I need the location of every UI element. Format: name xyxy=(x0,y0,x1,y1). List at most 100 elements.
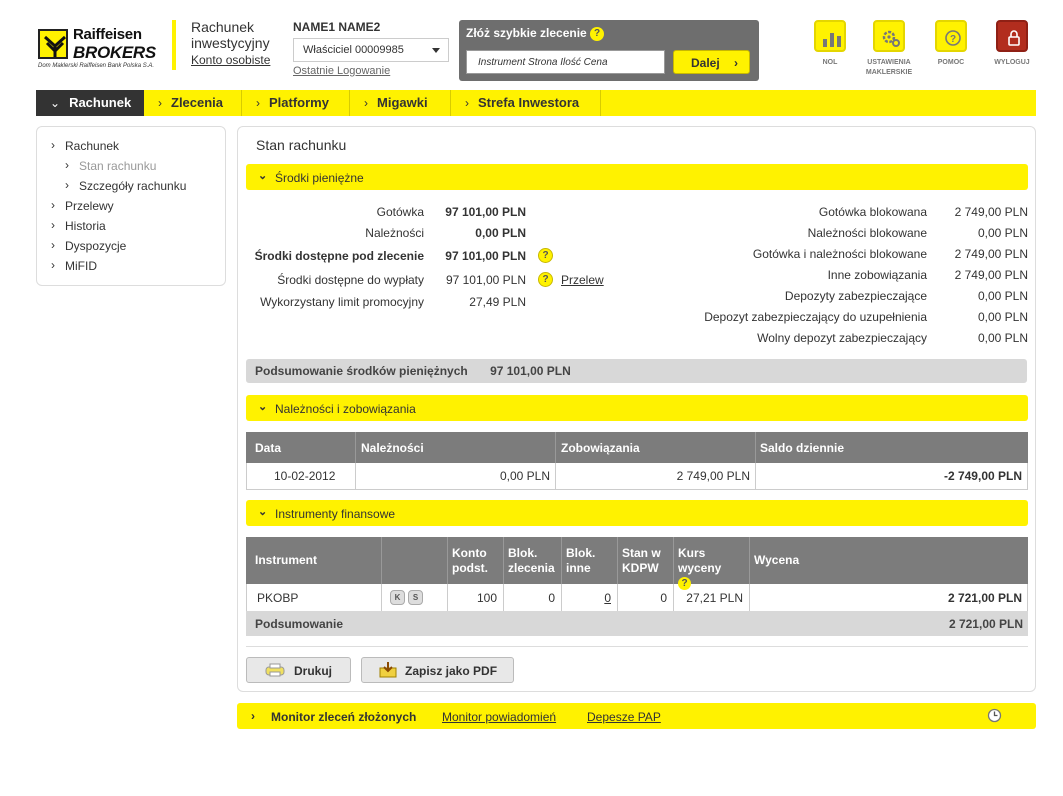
cash-value-naleznosci: 0,00 PLN xyxy=(475,226,526,240)
menu-item-dyspozycje[interactable]: › Dyspozycje xyxy=(51,238,126,253)
nav-platformy-label: Platformy xyxy=(269,95,329,110)
table-row: PKOBP K S 100 0 0 0 27,21 PLN 2 721,00 P… xyxy=(246,584,1028,611)
chevron-right-icon: › xyxy=(465,96,469,110)
chevron-right-icon: › xyxy=(65,158,69,172)
section-cash-title: Środki pieniężne xyxy=(275,171,364,185)
cash-label-inne-zobowiazania: Inne zobowiązania xyxy=(827,268,927,282)
cash-label-limit: Wykorzystany limit promocyjny xyxy=(260,295,424,309)
cash-label-wolny-depozyt: Wolny depozyt zabezpieczający xyxy=(757,331,927,345)
nav-rachunek[interactable]: ⌄ Rachunek xyxy=(36,90,144,116)
cash-label-naleznosci: Należności xyxy=(365,226,424,240)
cash-label-depozyty: Depozyty zabezpieczające xyxy=(784,289,927,303)
chevron-right-icon: › xyxy=(251,709,255,723)
nav-platformy[interactable]: › Platformy xyxy=(242,90,350,116)
section-cash-header[interactable]: ⌄ Środki pieniężne xyxy=(246,164,1028,190)
download-icon xyxy=(378,662,398,678)
owner-select-value: Właściciel 00009985 xyxy=(303,44,404,56)
save-pdf-button[interactable]: Zapisz jako PDF xyxy=(361,657,514,683)
instruments-summary-value: 2 721,00 PLN xyxy=(948,617,1023,631)
instrument-wycena: 2 721,00 PLN xyxy=(947,591,1022,605)
pap-news-link[interactable]: Depesze PAP xyxy=(587,710,661,724)
nav-migawki[interactable]: › Migawki xyxy=(350,90,451,116)
menu-item-stan-rachunku[interactable]: › Stan rachunku xyxy=(65,158,156,173)
menu-historia-label: Historia xyxy=(65,219,106,233)
cash-label-depozyt-uzupelnienie: Depozyt zabezpieczający do uzupełnienia xyxy=(704,310,927,324)
section-receivables-title: Należności i zobowiązania xyxy=(275,402,416,416)
menu-item-historia[interactable]: › Historia xyxy=(51,218,106,233)
help-icon[interactable]: ? xyxy=(590,26,605,41)
logo-mark-icon xyxy=(38,29,68,59)
cash-value-dostepne-wyplata: 97 101,00 PLN xyxy=(445,273,526,287)
tool-logout[interactable]: WYLOGUJ xyxy=(982,20,1042,68)
chevron-down-icon xyxy=(432,48,440,53)
menu-szczegoly-label: Szczegóły rachunku xyxy=(79,179,187,193)
cash-value-dostepne-zlecenie: 97 101,00 PLN xyxy=(445,249,526,263)
chevron-right-icon: › xyxy=(65,178,69,192)
cash-label-gotowka: Gotówka xyxy=(376,205,424,219)
chevron-right-icon: › xyxy=(256,96,260,110)
chevron-right-icon: › xyxy=(51,218,55,232)
last-login-link[interactable]: Ostatnie Logowanie xyxy=(293,65,390,77)
tool-nol[interactable]: NOL xyxy=(800,20,860,68)
logo-line1: Raiffeisen xyxy=(73,26,142,43)
cash-label-gotowka-blokowana: Gotówka blokowana xyxy=(818,205,927,219)
cash-summary-label: Podsumowanie środków pieniężnych xyxy=(255,364,468,378)
chevron-right-icon: › xyxy=(734,56,738,70)
instruments-summary-label: Podsumowanie xyxy=(255,617,344,631)
nav-zlecenia[interactable]: › Zlecenia xyxy=(144,90,242,116)
personal-account-link[interactable]: Konto osobiste xyxy=(191,53,270,67)
notifications-monitor-link[interactable]: Monitor powiadomień xyxy=(442,710,556,724)
menu-item-mifid[interactable]: › MiFID xyxy=(51,258,97,273)
instrument-stan-kdpw: 0 xyxy=(660,591,667,605)
quick-order-next-button[interactable]: Dalej › xyxy=(673,50,750,74)
menu-item-szczegoly[interactable]: › Szczegóły rachunku xyxy=(65,178,187,193)
col-data: Data xyxy=(255,441,282,455)
instrument-name[interactable]: PKOBP xyxy=(257,591,298,605)
cash-value-gotowka-i-naleznosci: 2 749,00 PLN xyxy=(954,247,1028,261)
buy-button[interactable]: K xyxy=(390,590,405,605)
tool-broker-settings[interactable]: USTAWIENIA MAKLERSKIE xyxy=(859,20,919,78)
tool-help[interactable]: ? POMOC xyxy=(921,20,981,68)
help-icon[interactable]: ? xyxy=(538,272,553,287)
chevron-right-icon: › xyxy=(51,258,55,272)
divider xyxy=(246,646,1028,647)
logo-line2: BROKERS xyxy=(73,43,156,62)
col-konto: Konto podst. xyxy=(452,546,488,575)
sell-button[interactable]: S xyxy=(408,590,423,605)
tool-help-label: POMOC xyxy=(937,59,965,66)
section-receivables-header[interactable]: ⌄ Należności i zobowiązania xyxy=(246,395,1028,421)
col-wycena: Wycena xyxy=(754,553,800,567)
instrument-blok-inne-link[interactable]: 0 xyxy=(604,591,611,605)
cash-value-depozyty: 0,00 PLN xyxy=(977,289,1028,303)
account-title: Rachunek inwestycyjny xyxy=(191,19,270,51)
clock-icon[interactable] xyxy=(987,708,1002,723)
raiffeisen-logo[interactable]: Raiffeisen BROKERS Dom Maklerski Raiffei… xyxy=(36,22,160,74)
print-button[interactable]: Drukuj xyxy=(246,657,351,683)
quick-order-title-text: Złóż szybkie zlecenie xyxy=(466,26,587,40)
quick-order-input[interactable]: Instrument Strona Ilość Cena xyxy=(466,50,665,74)
section-instruments-header[interactable]: ⌄ Instrumenty finansowe xyxy=(246,500,1028,526)
col-naleznosci: Należności xyxy=(361,441,424,455)
transfer-link[interactable]: Przelew xyxy=(561,273,604,287)
cash-value-gotowka-blokowana: 2 749,00 PLN xyxy=(954,205,1028,219)
logo-tagline: Dom Maklerski Raiffeisen Bank Polska S.A… xyxy=(38,63,155,69)
chevron-down-icon: ⌄ xyxy=(258,170,268,182)
col-stan-kdpw: Stan w KDPW xyxy=(622,546,661,575)
main-nav: ⌄ Rachunek › Zlecenia › Platformy › Migawki … xyxy=(36,90,1036,116)
order-monitor-link[interactable]: Monitor zleceń złożonych xyxy=(271,710,416,724)
cash-summary: Podsumowanie środków pieniężnych 97 101,… xyxy=(246,359,1027,383)
footer-bar: › Monitor zleceń złożonych Monitor powia… xyxy=(237,703,1036,729)
help-icon[interactable]: ? xyxy=(538,248,553,263)
chevron-down-icon: › xyxy=(51,138,55,152)
menu-item-przelewy[interactable]: › Przelewy xyxy=(51,198,114,213)
menu-item-rachunek[interactable]: › Rachunek xyxy=(51,138,119,153)
lock-icon xyxy=(996,20,1028,52)
chevron-down-icon: ⌄ xyxy=(258,506,268,518)
nav-strefa-inwestora[interactable]: › Strefa Inwestora xyxy=(451,90,601,116)
owner-select[interactable]: Właściciel 00009985 xyxy=(293,38,449,62)
table-row: 10-02-2012 0,00 PLN 2 749,00 PLN -2 749,… xyxy=(246,463,1028,490)
instruments-table-header: Instrument Konto podst. Blok. zlecenia B… xyxy=(246,537,1028,591)
receivables-table-header: Data Należności Zobowiązania Saldo dzien… xyxy=(246,432,1028,463)
instrument-blok-zlecenia: 0 xyxy=(548,591,555,605)
col-zobowiazania: Zobowiązania xyxy=(561,441,640,455)
